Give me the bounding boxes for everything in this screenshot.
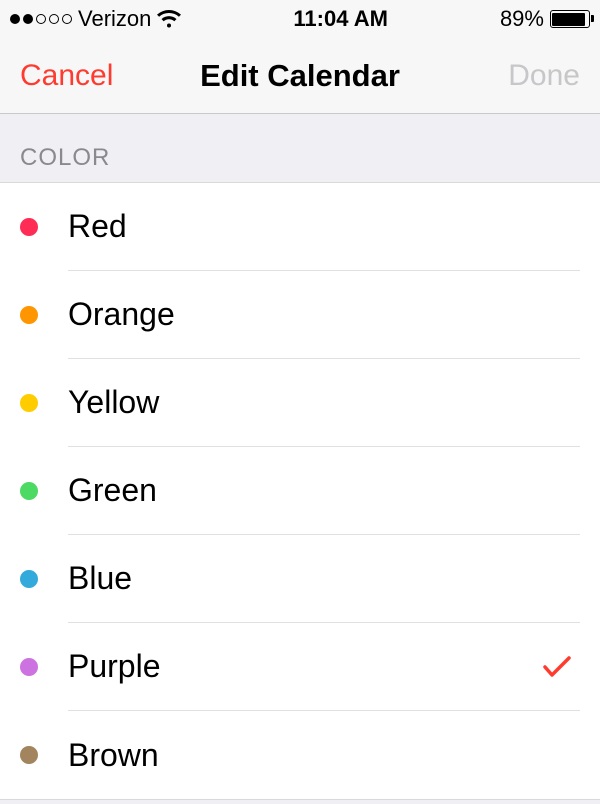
signal-strength-icon [10,14,72,24]
color-label: Orange [68,296,580,333]
color-list: Red Orange Yellow Green Blue Purple Brown [0,182,600,800]
battery-percent: 89% [500,6,544,32]
color-swatch-icon [20,570,38,588]
color-row-blue[interactable]: Blue [0,535,600,623]
color-row-green[interactable]: Green [0,447,600,535]
wifi-icon [157,9,181,29]
battery-icon [550,10,590,28]
color-row-yellow[interactable]: Yellow [0,359,600,447]
status-right: 89% [500,6,590,32]
page-title: Edit Calendar [200,58,400,94]
color-swatch-icon [20,218,38,236]
status-left: Verizon [10,6,181,32]
color-label: Blue [68,560,580,597]
color-label: Brown [68,737,580,774]
color-row-red[interactable]: Red [0,183,600,271]
color-row-brown[interactable]: Brown [0,711,600,799]
section-header-color: COLOR [0,114,600,182]
color-swatch-icon [20,482,38,500]
color-swatch-icon [20,746,38,764]
carrier-label: Verizon [78,6,151,32]
color-swatch-icon [20,394,38,412]
color-swatch-icon [20,306,38,324]
color-label: Purple [68,648,542,685]
color-swatch-icon [20,658,38,676]
color-row-orange[interactable]: Orange [0,271,600,359]
color-row-purple[interactable]: Purple [0,623,600,711]
color-label: Yellow [68,384,580,421]
checkmark-icon [542,655,572,679]
cancel-button[interactable]: Cancel [20,59,140,93]
navigation-bar: Cancel Edit Calendar Done [0,38,600,114]
status-bar: Verizon 11:04 AM 89% [0,0,600,38]
done-button[interactable]: Done [460,59,580,93]
color-label: Green [68,472,580,509]
clock: 11:04 AM [293,6,388,32]
color-label: Red [68,208,580,245]
